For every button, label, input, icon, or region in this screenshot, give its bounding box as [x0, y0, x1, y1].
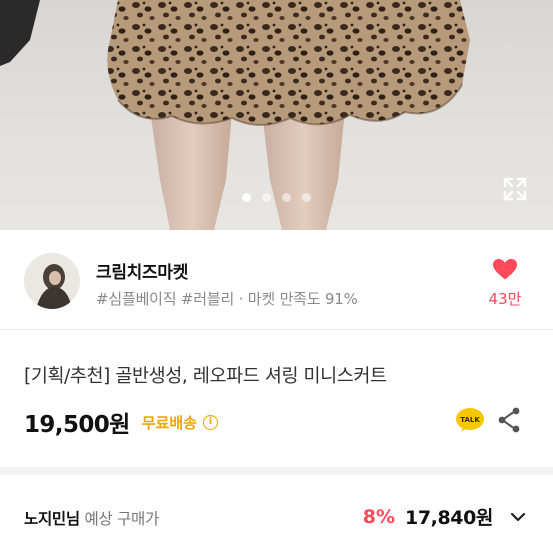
product-price: 19,500원: [24, 412, 130, 438]
gallery-pagination: [0, 193, 553, 202]
product-image-gallery[interactable]: [0, 0, 553, 230]
seller-name[interactable]: 크림치즈마켓: [96, 258, 188, 283]
chevron-down-icon[interactable]: [509, 508, 527, 526]
product-title: [기획/추천] 골반생성, 레오파드 셔링 미니스커트: [24, 366, 387, 387]
share-icon[interactable]: [497, 407, 521, 433]
gallery-dot[interactable]: [262, 193, 271, 202]
svg-text:TALK: TALK: [460, 416, 480, 424]
seller-section: 크림치즈마켓 #심플베이직 #러블리 · 마켓 만족도 91% 43만: [0, 230, 553, 330]
member-price-label: 노지민님 예상 구매가: [24, 507, 159, 529]
member-name: 노지민님: [24, 510, 80, 528]
member-price-summary: 8% 17,840원: [363, 503, 527, 530]
discount-rate: 8%: [362, 505, 395, 528]
info-icon[interactable]: i: [202, 414, 218, 430]
member-label-text: 예상 구매가: [79, 510, 159, 528]
gallery-dot[interactable]: [242, 193, 251, 202]
heart-icon: [493, 259, 517, 280]
free-shipping-label: 무료배송: [141, 413, 197, 432]
gallery-dot[interactable]: [302, 193, 311, 202]
gallery-dot[interactable]: [282, 193, 291, 202]
expand-icon[interactable]: [501, 175, 529, 203]
price-row: 19,500원 무료배송 i: [24, 405, 218, 439]
like-button[interactable]: 43만: [487, 258, 523, 309]
seller-tags: #심플베이직 #러블리 · 마켓 만족도 91%: [96, 290, 358, 308]
like-count: 43만: [488, 290, 522, 308]
kakaotalk-icon[interactable]: TALK: [455, 407, 485, 433]
expected-price: 17,840원: [405, 507, 493, 529]
member-price-row[interactable]: 노지민님 예상 구매가 8% 17,840원: [0, 475, 553, 553]
section-divider: [0, 467, 553, 475]
seller-avatar[interactable]: [24, 253, 80, 309]
